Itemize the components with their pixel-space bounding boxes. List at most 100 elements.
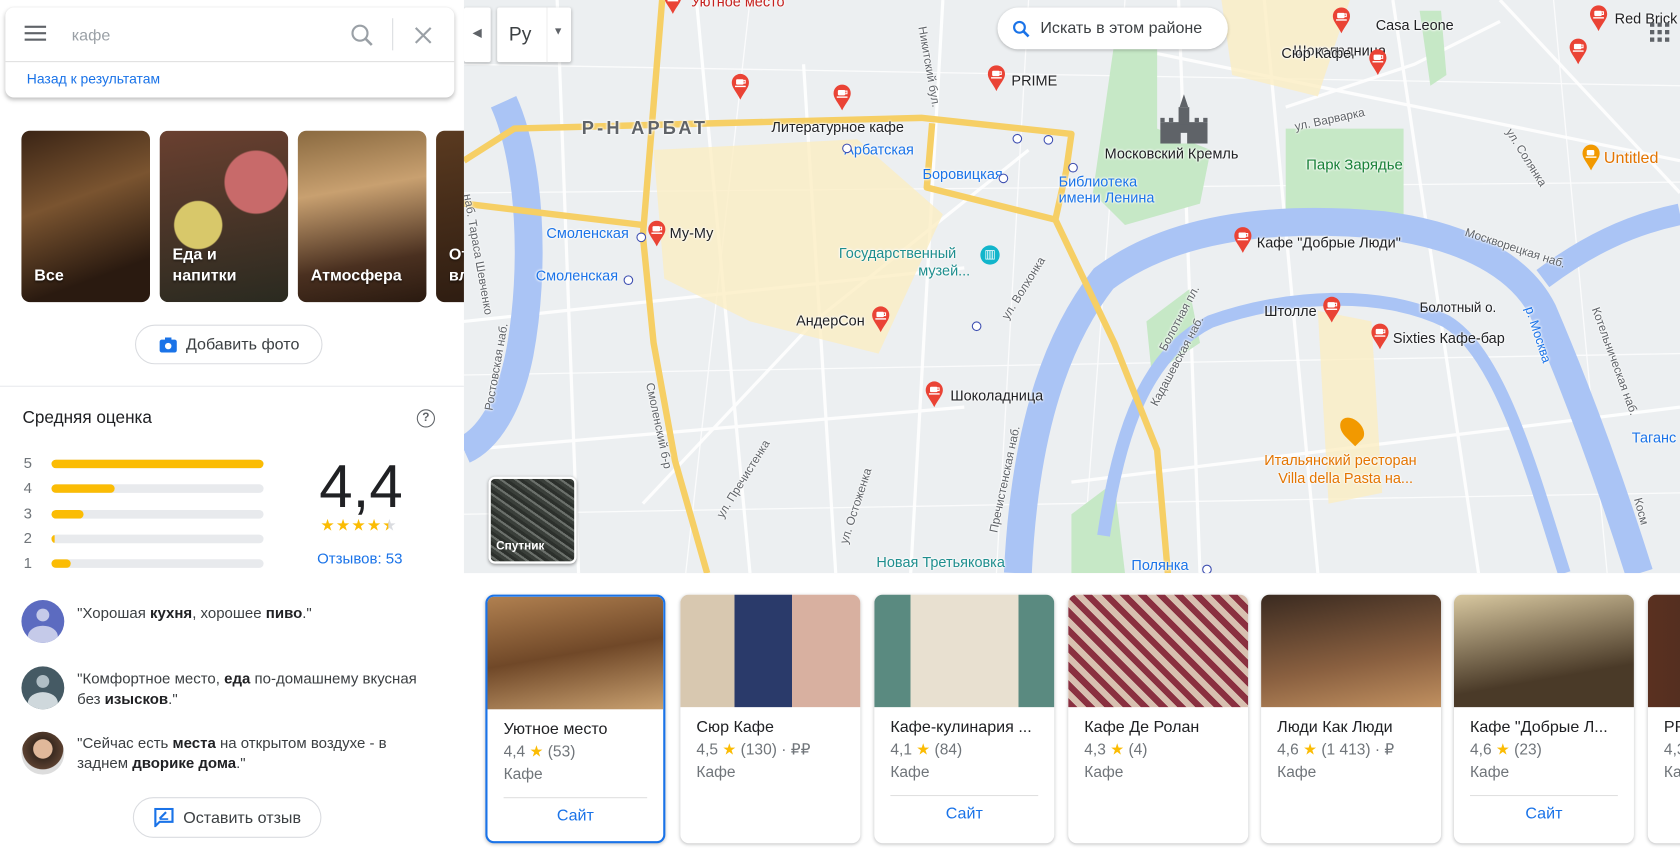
search-icon[interactable] xyxy=(350,24,374,48)
map-background[interactable] xyxy=(463,0,1680,574)
result-name: Кафе-кулинария ... xyxy=(890,717,1032,737)
cafe-pin-icon[interactable] xyxy=(1332,6,1351,34)
review-text: ." xyxy=(302,604,312,622)
cafe-pin-icon[interactable] xyxy=(1581,144,1600,172)
result-card[interactable]: Люди Как Люди 4,6 ★ (1 413) · ₽ Кафе xyxy=(1261,594,1442,844)
cafe-pin-icon[interactable] xyxy=(647,220,666,248)
cafe-pin-icon[interactable] xyxy=(1368,48,1387,76)
hamburger-icon[interactable] xyxy=(24,25,47,41)
map-label-place[interactable]: Untitled xyxy=(1604,150,1658,166)
map-label-metro[interactable]: Арбатская xyxy=(844,141,914,157)
map-label-place[interactable]: Му-Му xyxy=(670,225,714,241)
rating-section-title: Средняя оценка xyxy=(22,409,152,428)
result-card[interactable]: Сюр Кафе 4,5 ★ (130) · ₽₽ Кафе xyxy=(680,594,861,844)
rating-bar-4[interactable] xyxy=(51,484,264,493)
cafe-pin-icon[interactable] xyxy=(731,73,750,101)
map-label-landmark[interactable]: Московский Кремль xyxy=(1105,146,1239,162)
metro-icon[interactable] xyxy=(1202,564,1212,574)
rating-bar-2[interactable] xyxy=(51,534,264,544)
metro-icon[interactable] xyxy=(1012,133,1023,144)
map-label-place[interactable]: Сюр Кафе xyxy=(1281,45,1351,61)
website-link[interactable]: Сайт xyxy=(1454,805,1634,823)
add-photo-button[interactable]: Добавить фото xyxy=(135,324,323,365)
map-label-place[interactable]: PRIME xyxy=(1011,73,1057,89)
map-label-place[interactable]: Casa Leone xyxy=(1376,17,1454,33)
map-label-museum[interactable]: Новая Третьяковка xyxy=(876,554,1004,570)
map-label-place[interactable]: Штолле xyxy=(1264,303,1316,319)
review-snippet[interactable]: "Комфортное место, еда по-домашнему вкус… xyxy=(77,669,431,710)
map-label-metro[interactable]: имени Ленина xyxy=(1059,190,1155,206)
metro-icon[interactable] xyxy=(998,173,1009,184)
photo-category-food[interactable]: Еда и напитки xyxy=(159,130,289,303)
map-label-restaurant[interactable]: Итальянский ресторан xyxy=(1264,452,1416,468)
map-label-metro[interactable]: Библиотека xyxy=(1059,174,1138,190)
cafe-pin-icon[interactable] xyxy=(1589,4,1608,32)
map-canvas[interactable]: Уютное место Р-Н АРБАТ Литературное кафе… xyxy=(463,0,1680,574)
reviews-count-link[interactable]: Отзывов: 53 xyxy=(317,550,402,567)
map-label-restaurant[interactable]: Villa della Pasta на... xyxy=(1278,470,1413,486)
metro-icon[interactable] xyxy=(623,275,634,286)
photo-category-all[interactable]: Все xyxy=(21,130,151,303)
rating-bar-5[interactable] xyxy=(51,459,264,469)
map-label-metro[interactable]: Смоленская xyxy=(536,268,618,284)
map-label-place[interactable]: Литературное кафе xyxy=(771,119,903,135)
rating-bar-3[interactable] xyxy=(51,510,264,519)
metro-icon[interactable] xyxy=(636,232,647,243)
rating-bar-1[interactable] xyxy=(51,559,264,568)
map-label-museum[interactable]: музей... xyxy=(918,263,970,279)
cafe-pin-icon[interactable] xyxy=(871,305,890,333)
apps-grid-icon[interactable] xyxy=(1649,21,1670,42)
result-card[interactable]: Кафе "Добрые Л... 4,6 ★ (23) Кафе Сайт xyxy=(1453,594,1634,844)
cafe-pin-icon[interactable] xyxy=(1233,226,1252,254)
result-name: Кафе "Добрые Л... xyxy=(1470,717,1608,737)
metro-icon[interactable] xyxy=(1043,135,1054,145)
cafe-pin-icon[interactable] xyxy=(663,0,682,15)
review-snippet[interactable]: "Сейчас есть места на открытом воздухе -… xyxy=(77,733,431,774)
result-card[interactable]: PR 4,3 ★ Ка xyxy=(1647,594,1680,844)
result-card[interactable]: Уютное место 4,4 ★ (53) Кафе Сайт xyxy=(485,594,666,844)
avatar[interactable] xyxy=(21,666,65,710)
satellite-toggle[interactable]: Спутник xyxy=(488,476,577,564)
review-keyword: пиво xyxy=(265,604,303,622)
cafe-pin-icon[interactable] xyxy=(833,84,852,112)
result-card[interactable]: Кафе-кулинария ... 4,1 ★ (84) Кафе Сайт xyxy=(874,594,1055,844)
collapse-panel-button[interactable]: ◀ xyxy=(463,7,491,63)
cafe-pin-icon[interactable] xyxy=(925,380,944,408)
cafe-pin-icon[interactable] xyxy=(1569,38,1588,66)
map-label-place[interactable]: Шоколадница xyxy=(950,388,1043,404)
avatar[interactable] xyxy=(21,600,65,643)
write-review-button[interactable]: Оставить отзыв xyxy=(132,797,322,838)
map-label-park[interactable]: Парк Зарядье xyxy=(1306,156,1403,172)
cafe-pin-icon[interactable] xyxy=(1322,296,1341,324)
metro-icon[interactable] xyxy=(1068,162,1078,173)
map-label-museum[interactable]: Государственный xyxy=(839,245,956,261)
cafe-pin-icon[interactable] xyxy=(1370,323,1389,351)
photo-category-atmosphere[interactable]: Атмосфера xyxy=(297,130,427,303)
photo-category-owner[interactable]: От вл xyxy=(436,130,464,303)
map-label-place[interactable]: Уютное место xyxy=(691,0,785,10)
map-label-metro[interactable]: Боровицкая xyxy=(923,166,1003,182)
language-selector[interactable]: Ру ▼ xyxy=(497,7,572,63)
map-label-metro[interactable]: Смоленская xyxy=(546,225,628,241)
result-card[interactable]: Кафе Де Ролан 4,3 ★ (4) Кафе xyxy=(1068,594,1249,844)
search-input[interactable] xyxy=(71,21,329,50)
kremlin-icon[interactable] xyxy=(1158,94,1209,144)
avatar[interactable] xyxy=(21,731,65,775)
map-label-place[interactable]: Кафе "Добрые Люди" xyxy=(1257,235,1401,251)
star-icon: ★ xyxy=(335,516,352,535)
search-this-area-button[interactable]: Искать в этом районе xyxy=(997,7,1228,50)
metro-icon[interactable] xyxy=(971,321,982,332)
cafe-pin-icon[interactable] xyxy=(987,64,1006,92)
website-link[interactable]: Сайт xyxy=(874,805,1054,823)
help-icon[interactable]: ? xyxy=(416,409,436,428)
map-label-place[interactable]: АндерСон xyxy=(796,313,865,329)
close-icon[interactable] xyxy=(414,26,433,45)
museum-icon[interactable]: ▥ xyxy=(980,245,1000,265)
review-snippet[interactable]: "Хорошая кухня, хорошее пиво." xyxy=(77,603,431,623)
back-to-results-link[interactable]: Назад к результатам xyxy=(27,71,160,87)
metro-icon[interactable] xyxy=(842,143,852,154)
map-label-place[interactable]: Sixties Кафе-бар xyxy=(1393,330,1505,346)
result-type: Кафе xyxy=(890,763,930,782)
website-link[interactable]: Сайт xyxy=(488,807,664,825)
map-label-metro[interactable]: Полянка xyxy=(1131,557,1188,573)
